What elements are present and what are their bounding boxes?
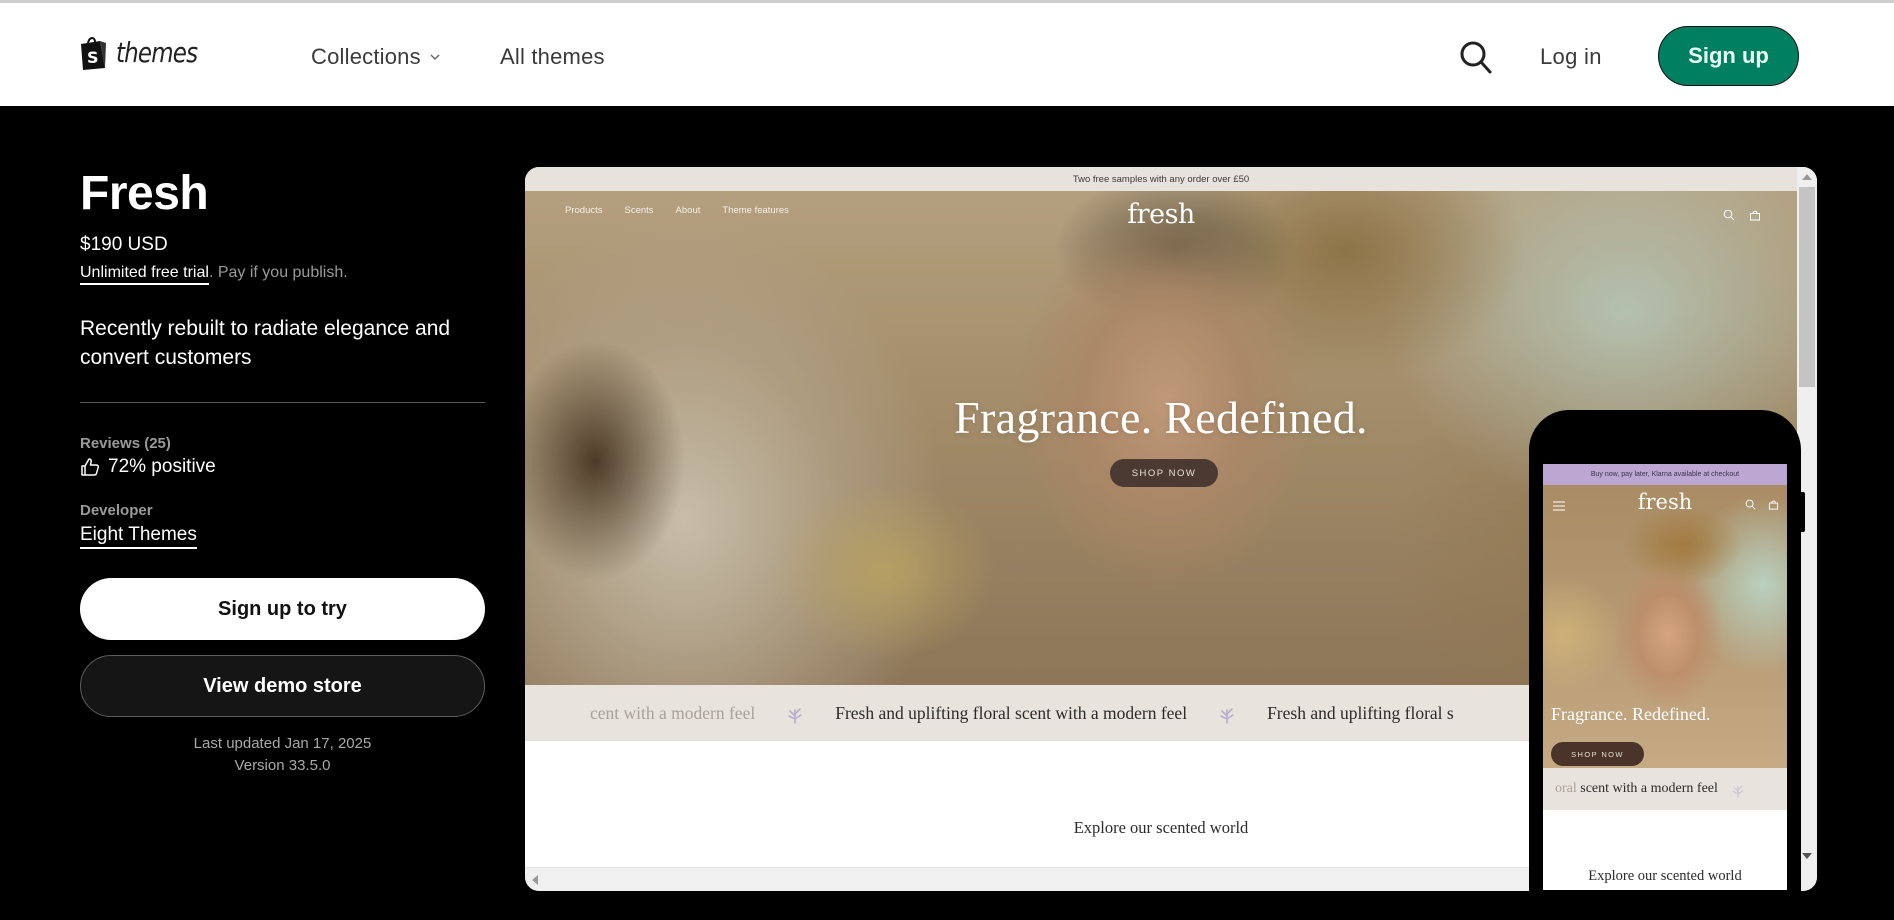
mobile-search-icon[interactable] bbox=[1745, 499, 1756, 510]
divider bbox=[80, 402, 485, 403]
mobile-section-heading: Explore our scented world bbox=[1588, 868, 1742, 884]
marquee-text-partial: Fresh and uplifting floral s bbox=[1267, 702, 1454, 723]
preview-store-logo[interactable]: fresh bbox=[525, 199, 1797, 230]
trial-note-text: . Pay if you publish. bbox=[208, 264, 348, 281]
scroll-down-arrow-icon[interactable] bbox=[1802, 853, 1812, 859]
theme-price: $190 USD bbox=[80, 234, 168, 255]
chevron-down-icon bbox=[430, 54, 440, 61]
svg-text:S: S bbox=[87, 48, 99, 67]
mobile-marquee-text: scent with a modern feel bbox=[1580, 781, 1718, 796]
reviews-value: 72% positive bbox=[108, 456, 216, 477]
nav-all-themes-label: All themes bbox=[500, 44, 605, 69]
nav-collections-label: Collections bbox=[311, 44, 421, 69]
scroll-up-arrow-icon[interactable] bbox=[1802, 174, 1812, 180]
signup-button[interactable]: Sign up bbox=[1658, 26, 1799, 86]
preview-announcement-bar: Two free samples with any order over £50 bbox=[525, 167, 1797, 191]
thumbs-up-icon bbox=[81, 458, 100, 476]
sprig-icon bbox=[1220, 708, 1234, 724]
reviews-label[interactable]: Reviews (25) bbox=[80, 435, 171, 452]
mobile-marquee-faded: oral bbox=[1555, 781, 1577, 796]
shopify-bag-icon: S bbox=[81, 37, 106, 70]
sprig-icon bbox=[1732, 785, 1744, 798]
marquee-text-faded: cent with a modern feel bbox=[590, 702, 756, 723]
mobile-header-icons bbox=[1745, 499, 1779, 510]
mobile-hero-banner: fresh Fragrance. Redefined. SHOP NOW bbox=[1543, 485, 1787, 768]
marquee-text: Fresh and uplifting floral scent with a … bbox=[835, 702, 1188, 723]
mobile-screen: Buy now, pay later, Klarna available at … bbox=[1543, 464, 1787, 890]
preview-header-icons bbox=[1723, 209, 1761, 221]
mobile-cart-icon[interactable] bbox=[1768, 499, 1779, 510]
top-navigation: S themes Collections All themes Log in S… bbox=[0, 0, 1894, 106]
mobile-hero-title: Fragrance. Redefined. bbox=[1551, 704, 1711, 724]
nav-all-themes[interactable]: All themes bbox=[500, 44, 605, 70]
developer-label: Developer bbox=[80, 502, 153, 519]
last-updated: Last updated Jan 17, 2025 bbox=[193, 735, 372, 752]
scrollbar-thumb[interactable] bbox=[1799, 187, 1815, 387]
preview-cart-icon[interactable] bbox=[1749, 209, 1761, 221]
preview-search-icon[interactable] bbox=[1723, 209, 1735, 221]
free-trial-link[interactable]: Unlimited free trial bbox=[80, 264, 209, 285]
mobile-preview-frame[interactable]: Buy now, pay later, Klarna available at … bbox=[1529, 410, 1805, 920]
logo-wordmark: themes bbox=[116, 35, 198, 69]
theme-tagline: Recently rebuilt to radiate elegance and… bbox=[80, 317, 451, 369]
preview-shop-now-button[interactable]: SHOP NOW bbox=[1110, 459, 1218, 487]
search-icon[interactable] bbox=[1459, 39, 1493, 75]
sprig-icon bbox=[788, 708, 803, 724]
mobile-announcement-bar: Buy now, pay later, Klarna available at … bbox=[1543, 464, 1787, 485]
nav-collections[interactable]: Collections bbox=[311, 44, 441, 70]
phone-side-button bbox=[1800, 492, 1805, 532]
version: Version 33.5.0 bbox=[234, 757, 331, 774]
login-link[interactable]: Log in bbox=[1540, 44, 1602, 70]
update-info: Last updated Jan 17, 2025 Version 33.5.0 bbox=[80, 733, 485, 777]
mobile-shop-now-button[interactable]: SHOP NOW bbox=[1551, 742, 1644, 766]
trial-note: Unlimited free trial. Pay if you publish… bbox=[80, 264, 348, 285]
view-demo-store-button[interactable]: View demo store bbox=[80, 655, 485, 717]
sign-up-to-try-button[interactable]: Sign up to try bbox=[80, 578, 485, 640]
theme-title: Fresh bbox=[80, 167, 209, 220]
shopify-themes-logo[interactable]: S themes bbox=[78, 35, 215, 71]
scroll-left-arrow-icon[interactable] bbox=[532, 875, 538, 885]
developer-link[interactable]: Eight Themes bbox=[80, 524, 197, 549]
reviews-rating: 72% positive bbox=[80, 456, 216, 478]
mobile-scrolling-marquee: oral scent with a modern feel bbox=[1543, 768, 1787, 810]
